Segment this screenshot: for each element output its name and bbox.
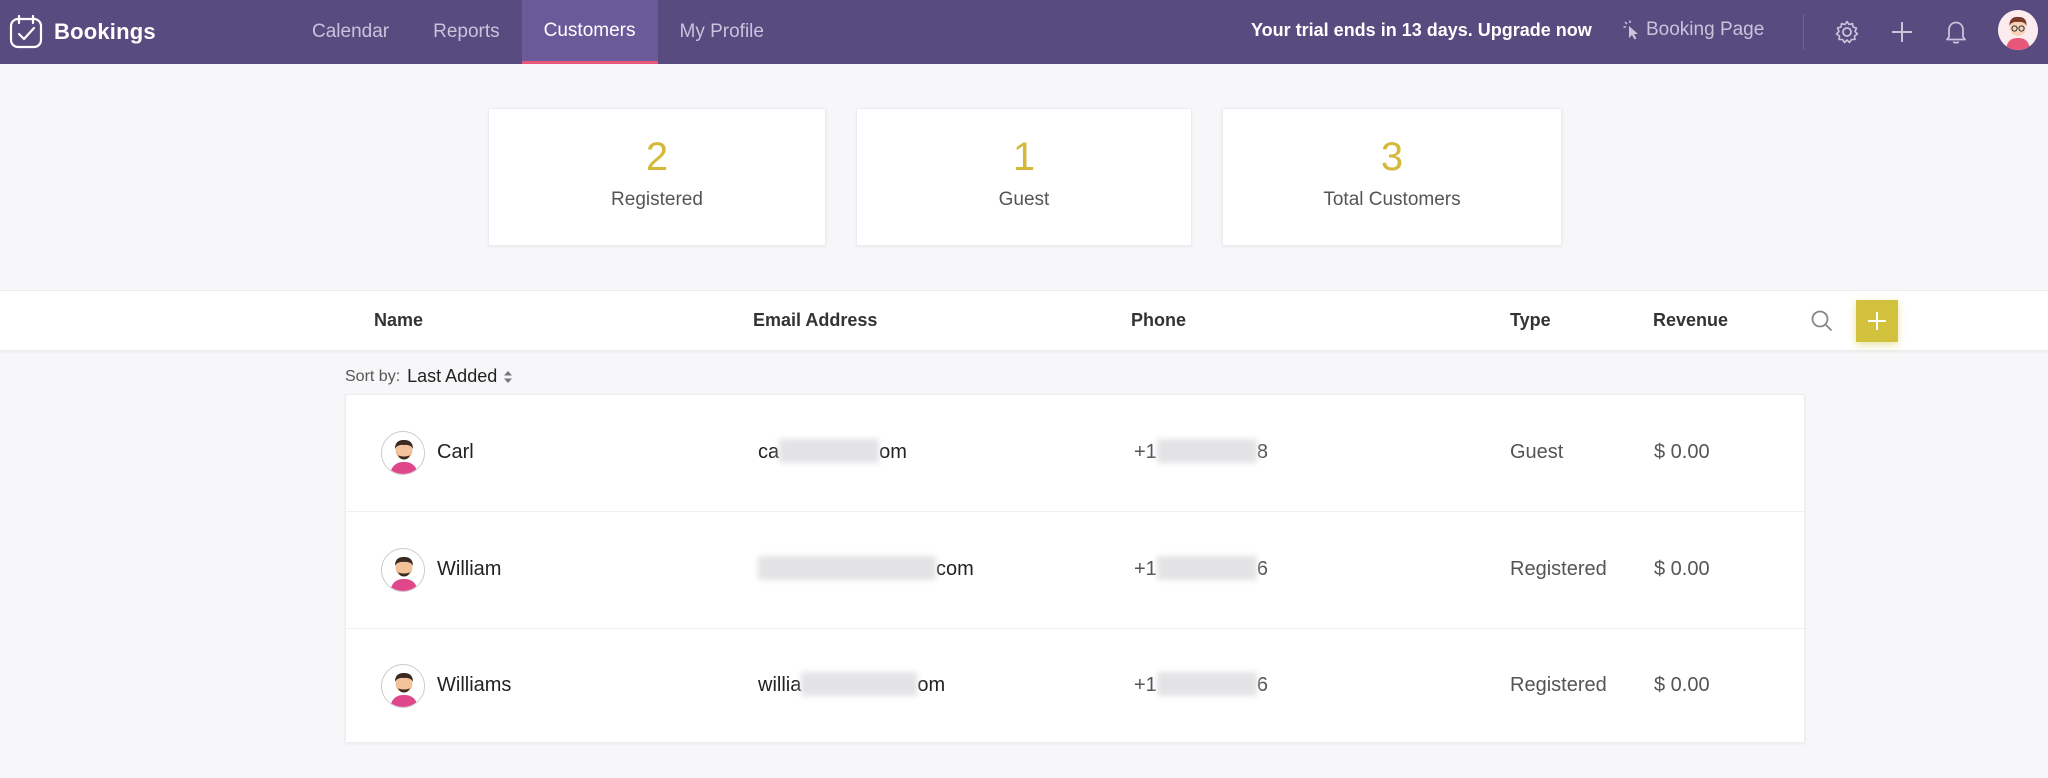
stat-label: Guest [998, 189, 1050, 210]
phone-prefix: +1 [1134, 674, 1157, 696]
customer-revenue: $ 0.00 [1654, 558, 1710, 580]
topbar-divider [1803, 14, 1804, 50]
redacted-email [779, 438, 880, 463]
column-header-phone[interactable]: Phone [1131, 310, 1186, 331]
sort-dropdown[interactable]: Last Added [407, 366, 513, 387]
brand[interactable]: Bookings [8, 12, 156, 52]
table-header-bar: Name Email Address Phone Type Revenue [0, 290, 2048, 350]
column-header-revenue[interactable]: Revenue [1653, 310, 1728, 331]
customer-avatar [381, 548, 425, 592]
email-prefix: ca [758, 441, 780, 463]
customer-type: Guest [1510, 441, 1564, 463]
redacted-email [758, 555, 936, 580]
customer-email: com [758, 555, 974, 581]
stat-value: 2 [645, 135, 669, 179]
customer-phone: +1 8 [1134, 438, 1268, 464]
tab-customers[interactable]: Customers [521, 0, 658, 64]
search-icon [1811, 310, 1832, 331]
main-nav: Calendar Reports Customers My Profile [290, 0, 786, 64]
phone-suffix: 8 [1256, 441, 1268, 463]
user-avatar-icon [1998, 10, 2038, 50]
customer-avatar-icon [382, 432, 424, 474]
email-suffix: om [917, 674, 946, 696]
column-header-type[interactable]: Type [1510, 310, 1551, 331]
sort-value: Last Added [407, 366, 498, 386]
bookings-logo-icon [9, 14, 43, 49]
app-name: Bookings [54, 19, 156, 44]
stat-label: Registered [611, 189, 703, 210]
cursor-click-icon [1623, 20, 1638, 40]
table-row[interactable]: William com +1 6 Registered $ 0.00 [346, 512, 1804, 628]
user-avatar[interactable] [1998, 10, 2038, 50]
tab-my-profile[interactable]: My Profile [658, 0, 786, 64]
add-customer-button[interactable] [1856, 300, 1898, 342]
redacted-phone [1156, 438, 1257, 463]
redacted-phone [1156, 555, 1257, 580]
phone-prefix: +1 [1134, 558, 1157, 580]
customer-revenue: $ 0.00 [1654, 674, 1710, 696]
table-row[interactable]: Carl ca om +1 8 Guest $ 0.00 [346, 395, 1804, 511]
stat-card-guest: 1 Guest [856, 108, 1192, 246]
notifications-button[interactable] [1941, 17, 1971, 47]
sort-label: Sort by: [345, 367, 401, 385]
customer-name: Carl [437, 441, 474, 463]
stat-value: 3 [1380, 135, 1404, 179]
customer-name: William [437, 558, 502, 580]
gear-icon [1835, 20, 1859, 44]
customer-email: ca om [758, 438, 907, 464]
tab-reports[interactable]: Reports [411, 0, 522, 64]
phone-suffix: 6 [1256, 558, 1268, 580]
sort-control: Sort by: Last Added [345, 366, 513, 387]
customer-avatar-icon [382, 549, 424, 591]
customer-avatar-icon [382, 665, 424, 707]
table-row[interactable]: Williams willia om +1 6 Registered $ 0.00 [346, 628, 1804, 744]
booking-page-label: Booking Page [1646, 19, 1765, 40]
customer-email: willia om [758, 671, 946, 697]
booking-page-link[interactable]: Booking Page [1622, 19, 1764, 41]
email-suffix: com [936, 558, 974, 580]
column-header-email[interactable]: Email Address [753, 310, 877, 331]
phone-suffix: 6 [1256, 674, 1268, 696]
add-new-button[interactable] [1887, 17, 1917, 47]
sort-arrows-icon [504, 370, 513, 383]
customer-phone: +1 6 [1134, 555, 1268, 581]
stat-value: 1 [1012, 135, 1036, 179]
customer-avatar [381, 431, 425, 475]
plus-icon [1892, 22, 1912, 42]
customer-avatar [381, 664, 425, 708]
redacted-email [801, 671, 918, 696]
redacted-phone [1156, 671, 1257, 696]
customer-name: Williams [437, 674, 512, 696]
stat-label: Total Customers [1323, 189, 1461, 210]
customer-phone: +1 6 [1134, 671, 1268, 697]
customers-table: Carl ca om +1 8 Guest $ 0.00 William com +… [345, 394, 1805, 743]
email-suffix: om [879, 441, 907, 463]
phone-prefix: +1 [1134, 441, 1157, 463]
stat-card-total-customers: 3 Total Customers [1222, 108, 1562, 246]
bell-icon [1946, 21, 1966, 44]
customer-revenue: $ 0.00 [1654, 441, 1710, 463]
plus-icon [1868, 312, 1886, 330]
stat-card-registered: 2 Registered [488, 108, 826, 246]
tab-calendar[interactable]: Calendar [290, 0, 411, 64]
top-navigation-bar: Bookings Calendar Reports Customers My P… [0, 0, 2048, 64]
trial-upgrade-link[interactable]: Your trial ends in 13 days. Upgrade now [1251, 20, 1592, 41]
customer-type: Registered [1510, 674, 1607, 696]
customer-type: Registered [1510, 558, 1607, 580]
email-prefix: willia [758, 674, 802, 696]
settings-button[interactable] [1832, 17, 1862, 47]
search-button[interactable] [1808, 307, 1836, 335]
column-header-name[interactable]: Name [374, 310, 423, 331]
